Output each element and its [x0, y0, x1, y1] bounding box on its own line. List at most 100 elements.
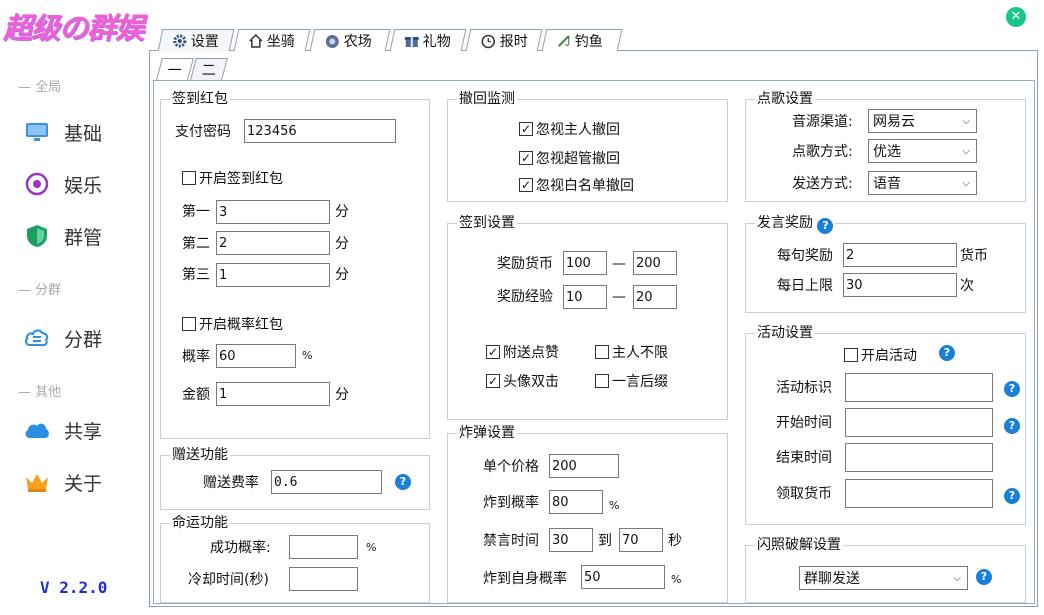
claim-currency-input[interactable]	[845, 479, 993, 508]
range-dash: —	[612, 256, 626, 272]
mute-time-from-input[interactable]	[549, 528, 593, 552]
percent-unit: %	[302, 349, 313, 362]
send-mode-select[interactable]: 语音 ⌵	[868, 171, 977, 195]
success-rate-input[interactable]	[289, 535, 358, 559]
tab-fishing[interactable]: 钓鱼	[541, 29, 623, 51]
reward-coin-min-input[interactable]	[563, 251, 607, 275]
sidebar-item-label: 分群	[64, 328, 103, 351]
group-title: 活动设置	[755, 324, 815, 342]
tab-settings[interactable]: 设置	[157, 29, 235, 51]
sidebar-section-other: — 其他	[18, 385, 62, 400]
reward-exp-min-input[interactable]	[563, 285, 607, 309]
cooldown-input[interactable]	[289, 567, 358, 591]
sidebar-item-label: 娱乐	[64, 174, 103, 197]
app-logo: 超级の群娱	[3, 11, 144, 45]
group-title: 撤回监测	[457, 90, 517, 108]
help-icon[interactable]: ?	[1004, 418, 1020, 434]
first-label: 第一	[182, 204, 210, 220]
hit-rate-input[interactable]	[549, 490, 603, 514]
unit-label: 分	[335, 236, 349, 252]
owner-unlimited-checkbox[interactable]: 主人不限	[595, 342, 668, 362]
shield-icon	[24, 223, 50, 249]
subtab-one[interactable]: 一	[156, 58, 194, 80]
subtab-two[interactable]: 二	[190, 58, 228, 80]
chevron-down-icon: ⌵	[962, 115, 970, 127]
probability-input[interactable]	[216, 344, 296, 368]
quote-suffix-checkbox[interactable]: 一言后缀	[595, 371, 668, 391]
audio-source-select[interactable]: 网易云 ⌵	[868, 109, 977, 133]
sidebar-item-label: 群管	[64, 226, 103, 249]
enable-probability-redpack-checkbox[interactable]: 开启概率红包	[182, 314, 283, 334]
tab-mount[interactable]: 坐骑	[233, 29, 311, 51]
enable-activity-checkbox[interactable]: 开启活动	[844, 345, 917, 365]
reward-exp-max-input[interactable]	[633, 285, 677, 309]
cloud-icon	[24, 417, 50, 443]
help-icon[interactable]: ?	[817, 218, 834, 234]
gift-fee-label: 赠送费率	[203, 475, 259, 491]
group-title: 命运功能	[170, 514, 230, 532]
house-icon	[249, 33, 263, 48]
pay-password-input[interactable]	[244, 119, 396, 143]
song-mode-select[interactable]: 优选 ⌵	[868, 139, 977, 163]
ignore-owner-recall-checkbox[interactable]: ✓ 忽视主人撤回	[519, 119, 620, 139]
help-icon[interactable]: ?	[1004, 488, 1020, 504]
unit-price-input[interactable]	[549, 454, 619, 478]
unit-label: 分	[335, 267, 349, 283]
group-title: 赠送功能	[170, 446, 230, 464]
second-amount-input[interactable]	[216, 231, 330, 255]
end-time-input[interactable]	[845, 443, 993, 472]
per-message-reward-input[interactable]	[843, 243, 957, 267]
activity-id-input[interactable]	[845, 373, 993, 402]
flash-photo-mode-select[interactable]: 群聊发送 ⌵	[799, 566, 968, 590]
end-time-label: 结束时间	[776, 450, 832, 466]
pay-password-label: 支付密码	[175, 124, 231, 140]
sidebar-item-share[interactable]: 共享	[24, 415, 139, 445]
self-hit-rate-label: 炸到自身概率	[483, 571, 567, 587]
help-icon[interactable]: ?	[976, 569, 992, 585]
third-amount-input[interactable]	[216, 263, 330, 287]
group-title: 点歌设置	[755, 90, 815, 108]
flower-icon	[325, 34, 339, 47]
mute-time-to-input[interactable]	[619, 528, 663, 552]
reward-coin-max-input[interactable]	[633, 251, 677, 275]
gift-fee-input[interactable]	[271, 470, 382, 494]
checkbox-box	[182, 317, 196, 331]
start-time-label: 开始时间	[776, 415, 832, 431]
checkbox-box: ✓	[486, 374, 500, 388]
first-amount-input[interactable]	[216, 200, 330, 224]
self-hit-rate-input[interactable]	[581, 565, 665, 589]
unit-price-label: 单个价格	[483, 459, 539, 475]
gift-icon	[404, 36, 419, 47]
like-bonus-checkbox[interactable]: ✓ 附送点赞	[486, 342, 559, 362]
close-button[interactable]: ✕	[1006, 7, 1026, 27]
crown-icon	[24, 469, 50, 495]
range-dash: —	[612, 289, 626, 305]
activity-id-label: 活动标识	[776, 380, 832, 396]
checkbox-box	[595, 374, 609, 388]
amount-input[interactable]	[216, 382, 330, 406]
sidebar-item-about[interactable]: 关于	[24, 467, 139, 497]
chevron-down-icon: ⌵	[953, 572, 961, 584]
checkbox-box	[844, 348, 858, 362]
tab-gifts[interactable]: 礼物	[389, 29, 467, 51]
version-label: V 2.2.0	[40, 578, 108, 597]
sidebar-item-group-admin[interactable]: 群管	[24, 221, 139, 251]
sidebar-item-subgroups[interactable]: 分群	[24, 323, 139, 353]
sidebar-item-basic[interactable]: 基础	[24, 117, 139, 147]
song-mode-label: 点歌方式:	[792, 144, 853, 160]
avatar-double-tap-checkbox[interactable]: ✓ 头像双击	[486, 371, 559, 391]
help-icon[interactable]: ?	[1004, 381, 1020, 397]
daily-limit-input[interactable]	[843, 273, 957, 297]
success-rate-label: 成功概率:	[210, 540, 271, 556]
ignore-whitelist-recall-checkbox[interactable]: ✓ 忽视白名单撤回	[519, 175, 634, 195]
enable-signin-redpack-checkbox[interactable]: 开启签到红包	[182, 168, 283, 188]
tab-chime[interactable]: 报时	[465, 29, 543, 51]
help-icon[interactable]: ?	[395, 474, 411, 490]
help-icon[interactable]: ?	[939, 345, 955, 361]
tab-farm[interactable]: 农场	[309, 29, 391, 51]
sidebar-item-label: 基础	[64, 122, 103, 145]
sidebar-item-entertainment[interactable]: 娱乐	[24, 169, 139, 199]
ignore-admin-recall-checkbox[interactable]: ✓ 忽视超管撤回	[519, 148, 620, 168]
checkbox-box: ✓	[519, 122, 533, 136]
start-time-input[interactable]	[845, 408, 993, 437]
